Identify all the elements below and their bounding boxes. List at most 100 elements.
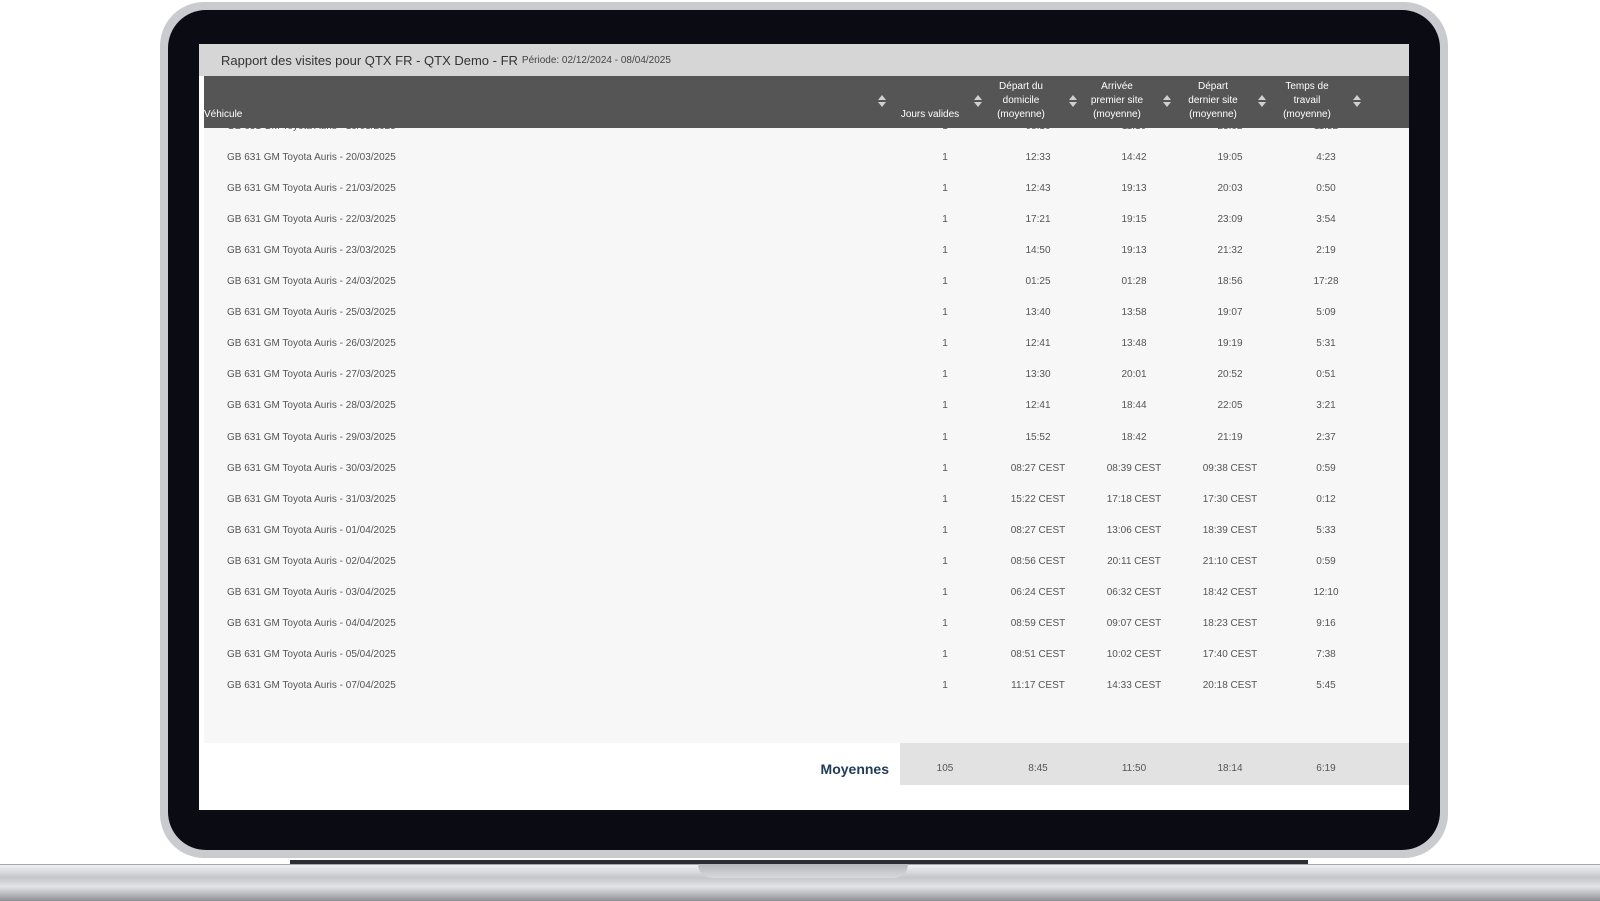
table-row[interactable]: GB 631 GM Toyota Auris - 28/03/2025 1 12:4… bbox=[204, 390, 1409, 422]
column-header-days[interactable]: Jours valides bbox=[900, 76, 960, 128]
report-header: Rapport des visites pour QTX FR - QTX De… bbox=[199, 44, 1409, 76]
table-row[interactable]: GB 631 GM Toyota Auris - 04/04/2025 1 08:5… bbox=[204, 608, 1409, 640]
table-row[interactable]: GB 631 GM Toyota Auris - 29/03/2025 1 15:5… bbox=[204, 422, 1409, 454]
sort-icon[interactable] bbox=[1258, 95, 1266, 109]
column-header-work-time[interactable]: Temps de travail (moyenne) bbox=[1276, 76, 1338, 128]
row-work-time: 5:31 bbox=[1316, 338, 1336, 350]
table-footer: Moyennes 105 8:45 11:50 18:14 6:19 bbox=[204, 743, 1409, 785]
row-departure-home: 12:43 bbox=[1025, 183, 1051, 195]
row-vehicle: GB 631 GM Toyota Auris - 20/03/2025 bbox=[227, 152, 396, 164]
table-row[interactable]: GB 631 GM Toyota Auris - 24/03/2025 1 01:2… bbox=[204, 266, 1409, 298]
sort-icon[interactable] bbox=[974, 95, 982, 109]
row-departure-last: 19:05 bbox=[1217, 152, 1243, 164]
row-work-time: 7:38 bbox=[1316, 648, 1336, 660]
average-work-time: 6:19 bbox=[1316, 763, 1336, 774]
row-departure-home: 13:40 bbox=[1025, 307, 1051, 319]
table-row[interactable]: GB 631 GM Toyota Auris - 03/04/2025 1 06:2… bbox=[204, 577, 1409, 609]
sort-icon[interactable] bbox=[878, 95, 886, 109]
average-departure-home: 8:45 bbox=[1028, 763, 1048, 774]
row-work-time: 5:45 bbox=[1316, 679, 1336, 691]
sort-icon[interactable] bbox=[1353, 95, 1361, 109]
table-row[interactable]: GB 631 GM Toyota Auris - 05/04/2025 1 08:5… bbox=[204, 639, 1409, 671]
row-days: 1 bbox=[942, 214, 948, 226]
row-work-time: 9:16 bbox=[1316, 617, 1336, 629]
column-header-arrival-first[interactable]: Arrivée premier site (moyenne) bbox=[1084, 76, 1150, 128]
row-arrival-first: 19:13 bbox=[1121, 245, 1147, 257]
row-departure-last: 23:02 bbox=[1184, 128, 1276, 143]
row-departure-home: 15:52 bbox=[1025, 431, 1051, 443]
column-header-vehicle[interactable]: Véhicule bbox=[204, 76, 886, 128]
report-period: Période: 02/12/2024 - 08/04/2025 bbox=[521, 54, 671, 66]
row-departure-home: 15:22 CEST bbox=[1010, 493, 1066, 505]
row-vehicle: GB 631 GM Toyota Auris - 19/03/2025 bbox=[227, 128, 827, 143]
row-departure-last: 20:03 bbox=[1217, 183, 1243, 195]
row-departure-last: 19:07 bbox=[1217, 307, 1243, 319]
row-vehicle: GB 631 GM Toyota Auris - 23/03/2025 bbox=[227, 245, 396, 257]
laptop-screen: Rapport des visites pour QTX FR - QTX De… bbox=[199, 44, 1409, 810]
row-departure-last: 20:18 CEST bbox=[1202, 679, 1258, 691]
row-vehicle: GB 631 GM Toyota Auris - 07/04/2025 bbox=[227, 679, 396, 691]
table-row[interactable]: GB 631 GM Toyota Auris - 01/04/2025 1 08:2… bbox=[204, 515, 1409, 547]
table-row[interactable]: GB 631 GM Toyota Auris - 07/04/2025 1 11:1… bbox=[204, 670, 1409, 702]
row-arrival-first: 17:18 CEST bbox=[1106, 493, 1162, 505]
row-days: 1 bbox=[942, 555, 948, 567]
row-vehicle: GB 631 GM Toyota Auris - 24/03/2025 bbox=[227, 276, 396, 288]
table-body: GB 631 GM Toyota Auris - 19/03/2025108:1… bbox=[204, 128, 1409, 743]
row-departure-home: 08:56 CEST bbox=[1010, 555, 1066, 567]
table-row[interactable]: GB 631 GM Toyota Auris - 19/03/2025 108:1… bbox=[204, 128, 1409, 143]
row-days: 1 bbox=[942, 493, 948, 505]
row-work-time: 12:10 bbox=[1313, 586, 1339, 598]
row-days: 1 bbox=[942, 400, 948, 412]
row-departure-home: 12:33 bbox=[1025, 152, 1051, 164]
row-arrival-first: 13:58 bbox=[1121, 307, 1147, 319]
row-work-time: 3:21 bbox=[1316, 400, 1336, 412]
table-row[interactable]: GB 631 GM Toyota Auris - 30/03/2025 1 08:2… bbox=[204, 453, 1409, 485]
sort-icon[interactable] bbox=[1163, 95, 1171, 109]
table-row[interactable]: GB 631 GM Toyota Auris - 25/03/2025 1 13:4… bbox=[204, 297, 1409, 329]
row-vehicle: GB 631 GM Toyota Auris - 05/04/2025 bbox=[227, 648, 396, 660]
row-departure-last: 21:19 bbox=[1217, 431, 1243, 443]
row-departure-home: 13:30 bbox=[1025, 369, 1051, 381]
row-departure-last: 23:09 bbox=[1217, 214, 1243, 226]
row-days: 1 bbox=[942, 679, 948, 691]
row-work-time: 2:19 bbox=[1316, 245, 1336, 257]
table-row[interactable]: GB 631 GM Toyota Auris - 02/04/2025 1 08:5… bbox=[204, 546, 1409, 578]
sort-icon[interactable] bbox=[1069, 95, 1077, 109]
column-label-vehicle: Véhicule bbox=[204, 109, 243, 120]
row-work-time: 0:50 bbox=[1316, 183, 1336, 195]
table-row[interactable]: GB 631 GM Toyota Auris - 23/03/2025 1 14:5… bbox=[204, 235, 1409, 267]
row-work-time: 2:37 bbox=[1316, 431, 1336, 443]
row-departure-home: 08:51 CEST bbox=[1010, 648, 1066, 660]
table-row[interactable]: GB 631 GM Toyota Auris - 21/03/2025 1 12:4… bbox=[204, 173, 1409, 205]
row-arrival-first: 13:06 CEST bbox=[1106, 524, 1162, 536]
row-arrival-first: 19:13 bbox=[1121, 183, 1147, 195]
row-vehicle: GB 631 GM Toyota Auris - 22/03/2025 bbox=[227, 214, 396, 226]
row-days: 1 bbox=[942, 462, 948, 474]
row-days: 1 bbox=[942, 183, 948, 195]
table-row[interactable]: GB 631 GM Toyota Auris - 26/03/2025 1 12:4… bbox=[204, 328, 1409, 360]
row-work-time: 5:09 bbox=[1316, 307, 1336, 319]
row-work-time: 3:54 bbox=[1316, 214, 1336, 226]
row-work-time: 0:59 bbox=[1316, 462, 1336, 474]
row-departure-last: 17:30 CEST bbox=[1202, 493, 1258, 505]
row-departure-last: 22:05 bbox=[1217, 400, 1243, 412]
row-arrival-first: 08:39 CEST bbox=[1106, 462, 1162, 474]
table-row[interactable]: GB 631 GM Toyota Auris - 20/03/2025 1 12:3… bbox=[204, 142, 1409, 174]
row-departure-last: 21:10 CEST bbox=[1202, 555, 1258, 567]
row-days: 1 bbox=[942, 307, 948, 319]
row-days: 1 bbox=[942, 586, 948, 598]
row-arrival-first: 11:10 bbox=[1088, 128, 1180, 143]
row-arrival-first: 18:44 bbox=[1121, 400, 1147, 412]
table-row[interactable]: GB 631 GM Toyota Auris - 31/03/2025 1 15:2… bbox=[204, 484, 1409, 516]
report-title: Rapport des visites pour QTX FR - QTX De… bbox=[221, 52, 518, 68]
row-vehicle: GB 631 GM Toyota Auris - 02/04/2025 bbox=[227, 555, 396, 567]
row-vehicle: GB 631 GM Toyota Auris - 25/03/2025 bbox=[227, 307, 396, 319]
table-row[interactable]: GB 631 GM Toyota Auris - 22/03/2025 1 17:2… bbox=[204, 204, 1409, 236]
table-row[interactable]: GB 631 GM Toyota Auris - 27/03/2025 1 13:3… bbox=[204, 359, 1409, 391]
column-header-departure-last[interactable]: Départ dernier site (moyenne) bbox=[1180, 76, 1246, 128]
row-days: 1 bbox=[942, 431, 948, 443]
column-header-departure-home[interactable]: Départ du domicile (moyenne) bbox=[992, 76, 1050, 128]
row-departure-last: 18:42 CEST bbox=[1202, 586, 1258, 598]
row-arrival-first: 13:48 bbox=[1121, 338, 1147, 350]
row-departure-home: 06:24 CEST bbox=[1010, 586, 1066, 598]
